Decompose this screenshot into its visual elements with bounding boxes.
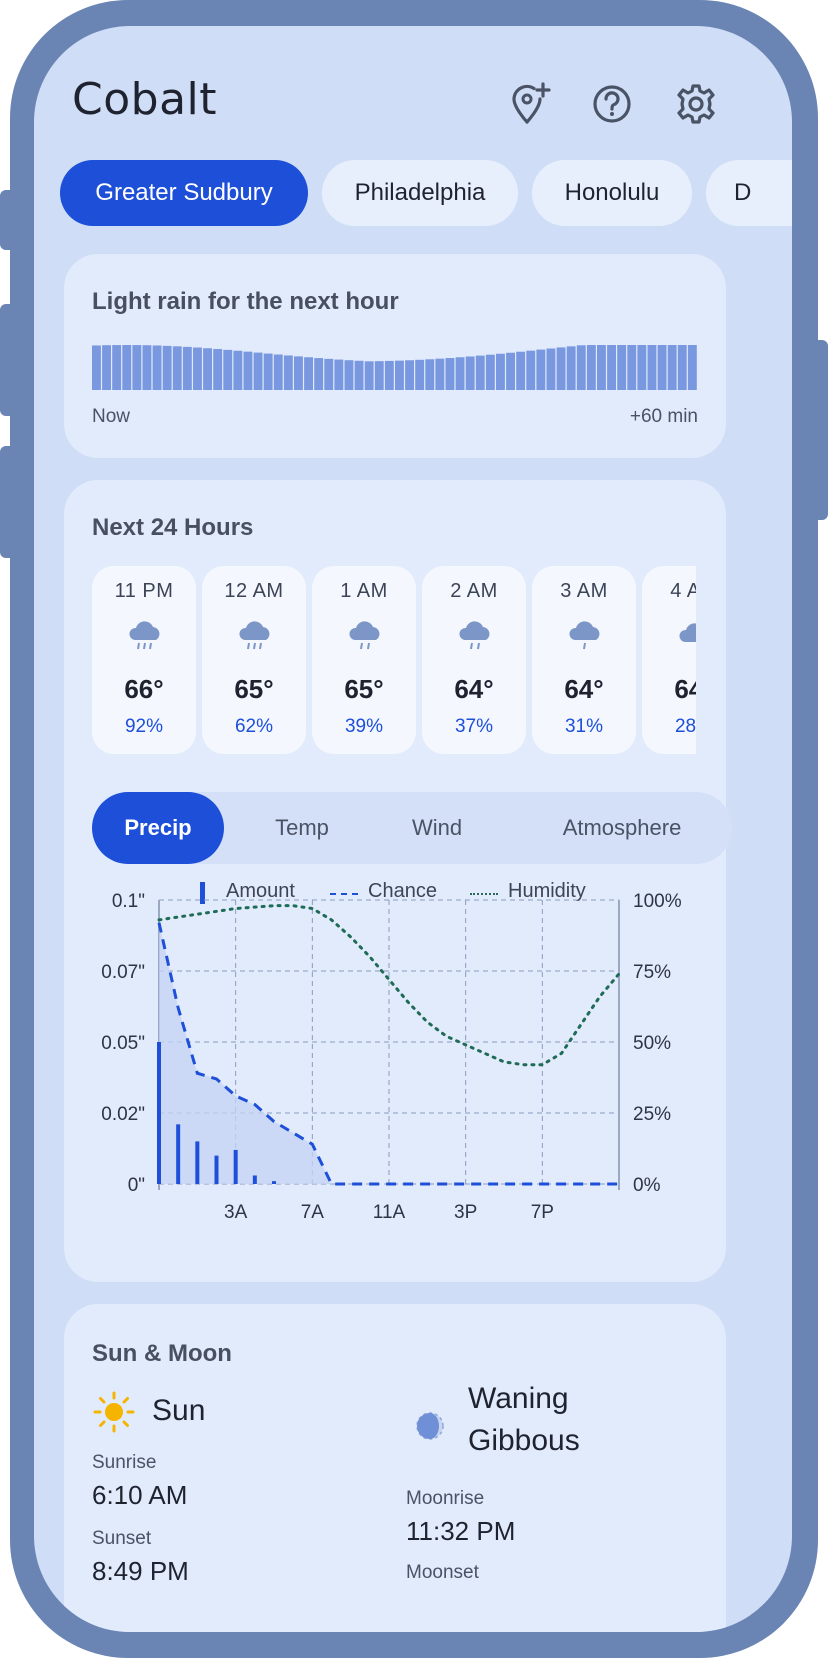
y-right-tick-label: 50%	[633, 1033, 671, 1054]
y-left-tick-label: 0.07"	[101, 962, 145, 983]
y-right-tick-label: 0%	[633, 1175, 661, 1196]
x-tick-label: 3P	[454, 1202, 477, 1223]
y-left-tick-label: 0.05"	[101, 1033, 145, 1054]
sun-label: Sun	[152, 1394, 206, 1427]
y-left-tick-label: 0.02"	[101, 1104, 145, 1125]
x-tick-label: 7P	[531, 1202, 554, 1223]
app-screen: Cobalt Greater Sudbury Philadelphia Hono…	[34, 26, 792, 1632]
sunset-time: 8:49 PM	[92, 1556, 189, 1586]
y-right-tick-label: 25%	[633, 1104, 671, 1125]
amount-bar	[233, 1149, 238, 1184]
moon-phase-icon	[416, 1412, 444, 1440]
sun-icon	[93, 1391, 135, 1433]
sunset-label: Sunset	[92, 1528, 152, 1549]
sunrise-label: Sunrise	[92, 1452, 157, 1473]
chance-area	[159, 922, 351, 1184]
sunrise-time: 6:10 AM	[92, 1480, 188, 1510]
amount-bar	[214, 1155, 219, 1184]
amount-bar	[252, 1175, 257, 1184]
amount-bar	[176, 1124, 181, 1184]
moon-phase-label: Waning Gibbous	[468, 1378, 580, 1462]
moonrise-time: 11:32 PM	[406, 1516, 516, 1546]
amount-bar	[195, 1141, 200, 1184]
moon-phase-line1: Waning	[468, 1382, 569, 1415]
moon-phase-line2: Gibbous	[468, 1424, 580, 1457]
y-right-tick-label: 100%	[633, 891, 682, 912]
sun-moon-title: Sun & Moon	[92, 1340, 232, 1367]
moonset-label: Moonset	[406, 1562, 479, 1583]
y-right-tick-label: 75%	[633, 962, 671, 983]
x-tick-label: 7A	[301, 1202, 325, 1223]
amount-bar	[157, 1042, 161, 1184]
amount-bar	[272, 1181, 276, 1184]
y-left-tick-label: 0"	[128, 1175, 145, 1196]
x-tick-label: 11A	[373, 1202, 406, 1223]
precip-chart: 0.1" 0.07" 0.05" 0.02" 0" 100% 75% 50% 25% 0% 3A 7A…	[101, 891, 682, 1223]
x-tick-label: 3A	[224, 1202, 248, 1223]
moonrise-label: Moonrise	[406, 1488, 485, 1509]
y-left-tick-label: 0.1"	[112, 891, 145, 912]
